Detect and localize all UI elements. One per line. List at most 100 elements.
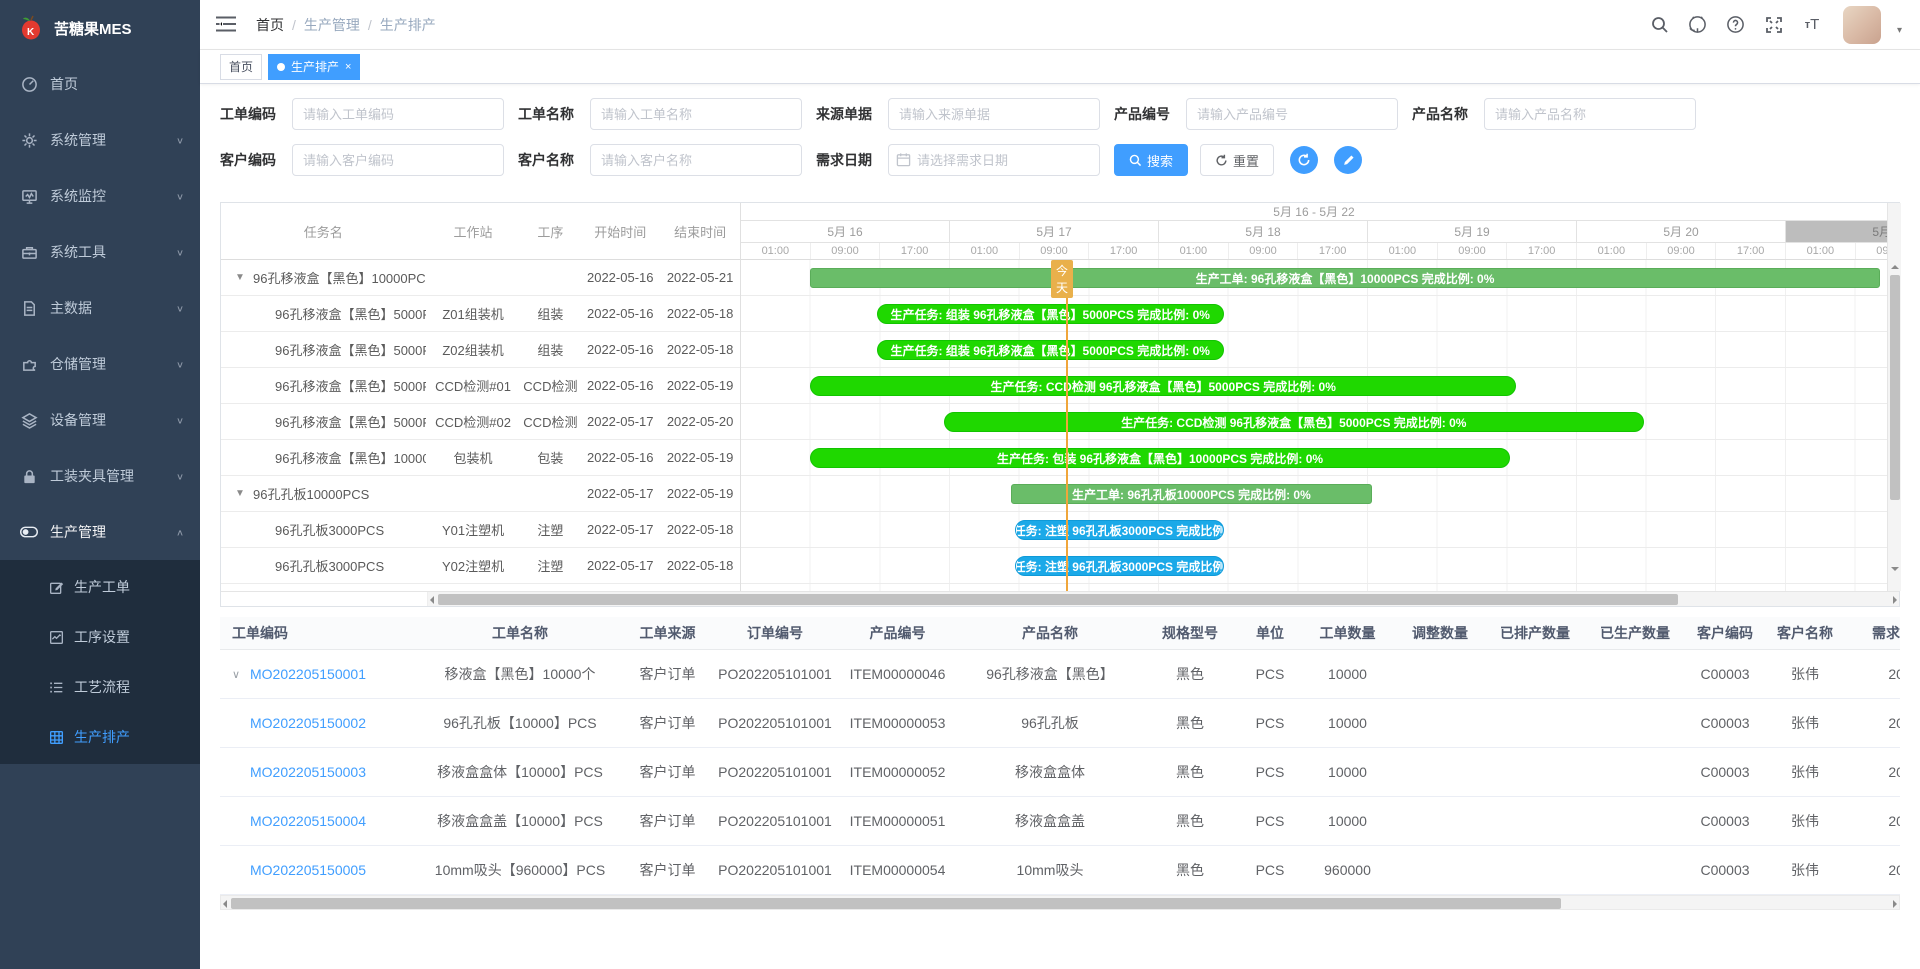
filter-input[interactable]: [590, 98, 802, 130]
work-order-link[interactable]: MO202205150003: [250, 764, 366, 780]
gantt-row: 生产任务: 注塑 96孔孔板3000PCS 完成比例: 0%: [741, 584, 1887, 591]
table-row[interactable]: MO202205150004 移液盒盒盖【10000】PCS 客户订单 PO20…: [220, 797, 1900, 846]
work-order-link[interactable]: MO202205150001: [250, 666, 366, 682]
table-horizontal-scrollbar[interactable]: [220, 895, 1900, 910]
gantt-grid-row[interactable]: 96孔移液盒【黑色】5000PCS Z02组装机 组装 2022-05-16 2…: [221, 332, 740, 368]
gantt-grid-row[interactable]: 96孔移液盒【黑色】10000PCS 包装机 包装 2022-05-16 202…: [221, 440, 740, 476]
sidebar-item-process-settings[interactable]: 工序设置: [0, 612, 200, 662]
help-icon[interactable]: [1725, 14, 1747, 36]
gantt-bar[interactable]: 生产任务: 组装 96孔移液盒【黑色】5000PCS 完成比例: 0%: [877, 340, 1224, 360]
edit-schedule-button[interactable]: [1334, 146, 1362, 174]
calendar-icon: [896, 152, 911, 170]
gantt-row: 生产任务: CCD检测 96孔移液盒【黑色】5000PCS 完成比例: 0%: [741, 404, 1887, 440]
gantt-horizontal-scrollbar[interactable]: [221, 591, 1899, 606]
search-button[interactable]: 搜索: [1114, 144, 1188, 176]
gantt-bar[interactable]: 生产任务: CCD检测 96孔移液盒【黑色】5000PCS 完成比例: 0%: [810, 376, 1516, 396]
sidebar-submenu-production: 生产工单 工序设置 工艺流程 生产排产: [0, 560, 200, 764]
sidebar-item-system-admin[interactable]: 系统管理 ∨: [0, 112, 200, 168]
scroll-up-arrow[interactable]: [1891, 265, 1899, 269]
gantt-hour-tick: 09:00: [1856, 243, 1887, 259]
refresh-gantt-button[interactable]: [1290, 146, 1318, 174]
github-icon[interactable]: [1687, 14, 1709, 36]
gantt-grid-row[interactable]: 96孔孔板3000PCS Y01注塑机 注塑 2022-05-17 2022-0…: [221, 512, 740, 548]
gear-icon: [20, 131, 38, 149]
gantt-bar[interactable]: 生产工单: 96孔孔板10000PCS 完成比例: 0%: [1011, 484, 1373, 504]
gantt-vertical-scrollbar[interactable]: [1887, 203, 1901, 591]
scroll-thumb[interactable]: [1890, 275, 1900, 500]
close-icon[interactable]: ×: [345, 61, 351, 73]
work-order-link[interactable]: MO202205150005: [250, 862, 366, 878]
scroll-right-arrow[interactable]: [1893, 596, 1897, 604]
search-icon[interactable]: [1649, 14, 1671, 36]
gantt-hour-tick: 09:00: [1438, 243, 1508, 259]
table-header-cell: 单位: [1240, 623, 1300, 643]
breadcrumb-home[interactable]: 首页: [256, 15, 284, 35]
sidebar-item-system-tools[interactable]: 系统工具 ∨: [0, 224, 200, 280]
gantt-bar[interactable]: 生产任务: CCD检测 96孔移液盒【黑色】5000PCS 完成比例: 0%: [944, 412, 1644, 432]
sidebar-item-process-flow[interactable]: 工艺流程: [0, 662, 200, 712]
filter-input[interactable]: [590, 144, 802, 176]
work-order-link[interactable]: MO202205150004: [250, 813, 366, 829]
filter-input[interactable]: [292, 144, 504, 176]
menu-fold-icon[interactable]: [216, 16, 238, 34]
sidebar-item-master-data[interactable]: 主数据 ∨: [0, 280, 200, 336]
scroll-left-arrow[interactable]: [430, 596, 434, 604]
expand-caret-icon[interactable]: ▼: [235, 272, 253, 283]
sidebar: K 苦糖果MES 首页 系统管理 ∨ 系统监控 ∨ 系统工具 ∨: [0, 0, 200, 969]
tab-home[interactable]: 首页: [220, 54, 262, 80]
gantt-grid-row[interactable]: 96孔移液盒【黑色】5000PCS CCD检测#01 CCD检测 2022-05…: [221, 368, 740, 404]
gantt-grid-row[interactable]: 96孔孔板3000PCS Y03注塑机 注塑 2022-05-17 2022-0…: [221, 584, 740, 591]
filter-input[interactable]: [888, 98, 1100, 130]
sidebar-item-warehouse[interactable]: 仓储管理 ∨: [0, 336, 200, 392]
sidebar-item-equipment[interactable]: 设备管理 ∨: [0, 392, 200, 448]
scroll-left-arrow[interactable]: [223, 900, 227, 908]
scroll-thumb[interactable]: [231, 898, 1561, 909]
gantt-bar[interactable]: 生产任务: 包装 96孔移液盒【黑色】10000PCS 完成比例: 0%: [810, 448, 1510, 468]
scroll-down-arrow[interactable]: [1891, 567, 1899, 571]
scroll-thumb[interactable]: [438, 594, 1678, 605]
work-order-link[interactable]: MO202205150002: [250, 715, 366, 731]
filter-input[interactable]: [1186, 98, 1398, 130]
sidebar-item-production-orders[interactable]: 生产工单: [0, 562, 200, 612]
table-row[interactable]: MO202205150003 移液盒盒体【10000】PCS 客户订单 PO20…: [220, 748, 1900, 797]
gantt-grid-row[interactable]: 96孔孔板3000PCS Y02注塑机 注塑 2022-05-17 2022-0…: [221, 548, 740, 584]
gantt-grid-row[interactable]: 96孔移液盒【黑色】5000PCS CCD检测#02 CCD检测 2022-05…: [221, 404, 740, 440]
filter-input[interactable]: [292, 98, 504, 130]
today-line: [1066, 260, 1068, 591]
gantt-bar[interactable]: 生产工单: 96孔移液盒【黑色】10000PCS 完成比例: 0%: [810, 268, 1880, 288]
font-size-icon[interactable]: тT: [1801, 14, 1823, 36]
sidebar-item-home[interactable]: 首页: [0, 56, 200, 112]
filter-input[interactable]: [1484, 98, 1696, 130]
sidebar-item-production[interactable]: 生产管理 ∧: [0, 504, 200, 560]
date-input[interactable]: [888, 144, 1100, 176]
expand-caret-icon[interactable]: ▼: [235, 488, 253, 499]
gantt-bar[interactable]: 生产任务: 注塑 96孔孔板3000PCS 完成比例: 0%: [1015, 556, 1224, 576]
tab-production-scheduling[interactable]: 生产排产 ×: [268, 54, 360, 80]
work-order-table: 工单编码 工单名称 工单来源 订单编号 产品编号 产品名称 规格型号 单位: [220, 617, 1900, 895]
today-tag: 今天: [1051, 260, 1073, 298]
top-header: 首页 / 生产管理 / 生产排产 тT ▾: [200, 0, 1920, 50]
avatar-dropdown-caret[interactable]: ▾: [1897, 25, 1902, 36]
table-row[interactable]: MO202205150005 10mm吸头【960000】PCS 客户订单 PO…: [220, 846, 1900, 895]
fullscreen-icon[interactable]: [1763, 14, 1785, 36]
gantt-bar[interactable]: 生产任务: 组装 96孔移液盒【黑色】5000PCS 完成比例: 0%: [877, 304, 1224, 324]
filter-label: 产品名称: [1412, 104, 1474, 124]
table-row[interactable]: MO202205150002 96孔孔板【10000】PCS 客户订单 PO20…: [220, 699, 1900, 748]
sidebar-item-system-monitor[interactable]: 系统监控 ∨: [0, 168, 200, 224]
gantt-row: 生产任务: 组装 96孔移液盒【黑色】5000PCS 完成比例: 0%: [741, 296, 1887, 332]
gantt-grid-row[interactable]: 96孔移液盒【黑色】5000PCS Z01组装机 组装 2022-05-16 2…: [221, 296, 740, 332]
sidebar-item-production-scheduling[interactable]: 生产排产: [0, 712, 200, 762]
gantt-bar[interactable]: 生产任务: 注塑 96孔孔板3000PCS 完成比例: 0%: [1015, 520, 1224, 540]
scroll-right-arrow[interactable]: [1893, 900, 1897, 908]
table-row[interactable]: ∨MO202205150001 移液盒【黑色】10000个 客户订单 PO202…: [220, 650, 1900, 699]
breadcrumb-production[interactable]: 生产管理: [304, 15, 360, 35]
reset-button[interactable]: 重置: [1200, 144, 1274, 176]
sidebar-item-fixtures[interactable]: 工装夹具管理 ∨: [0, 448, 200, 504]
gantt-grid-row[interactable]: ▼96孔孔板10000PCS 2022-05-17 2022-05-19: [221, 476, 740, 512]
toolbox-icon: [20, 243, 38, 261]
document-icon: [20, 299, 38, 317]
app-logo[interactable]: K 苦糖果MES: [0, 0, 200, 56]
avatar[interactable]: [1843, 6, 1881, 44]
gantt-grid-row[interactable]: ▼96孔移液盒【黑色】10000PCS 2022-05-16 2022-05-2…: [221, 260, 740, 296]
row-expand-caret[interactable]: ∨: [232, 668, 250, 681]
